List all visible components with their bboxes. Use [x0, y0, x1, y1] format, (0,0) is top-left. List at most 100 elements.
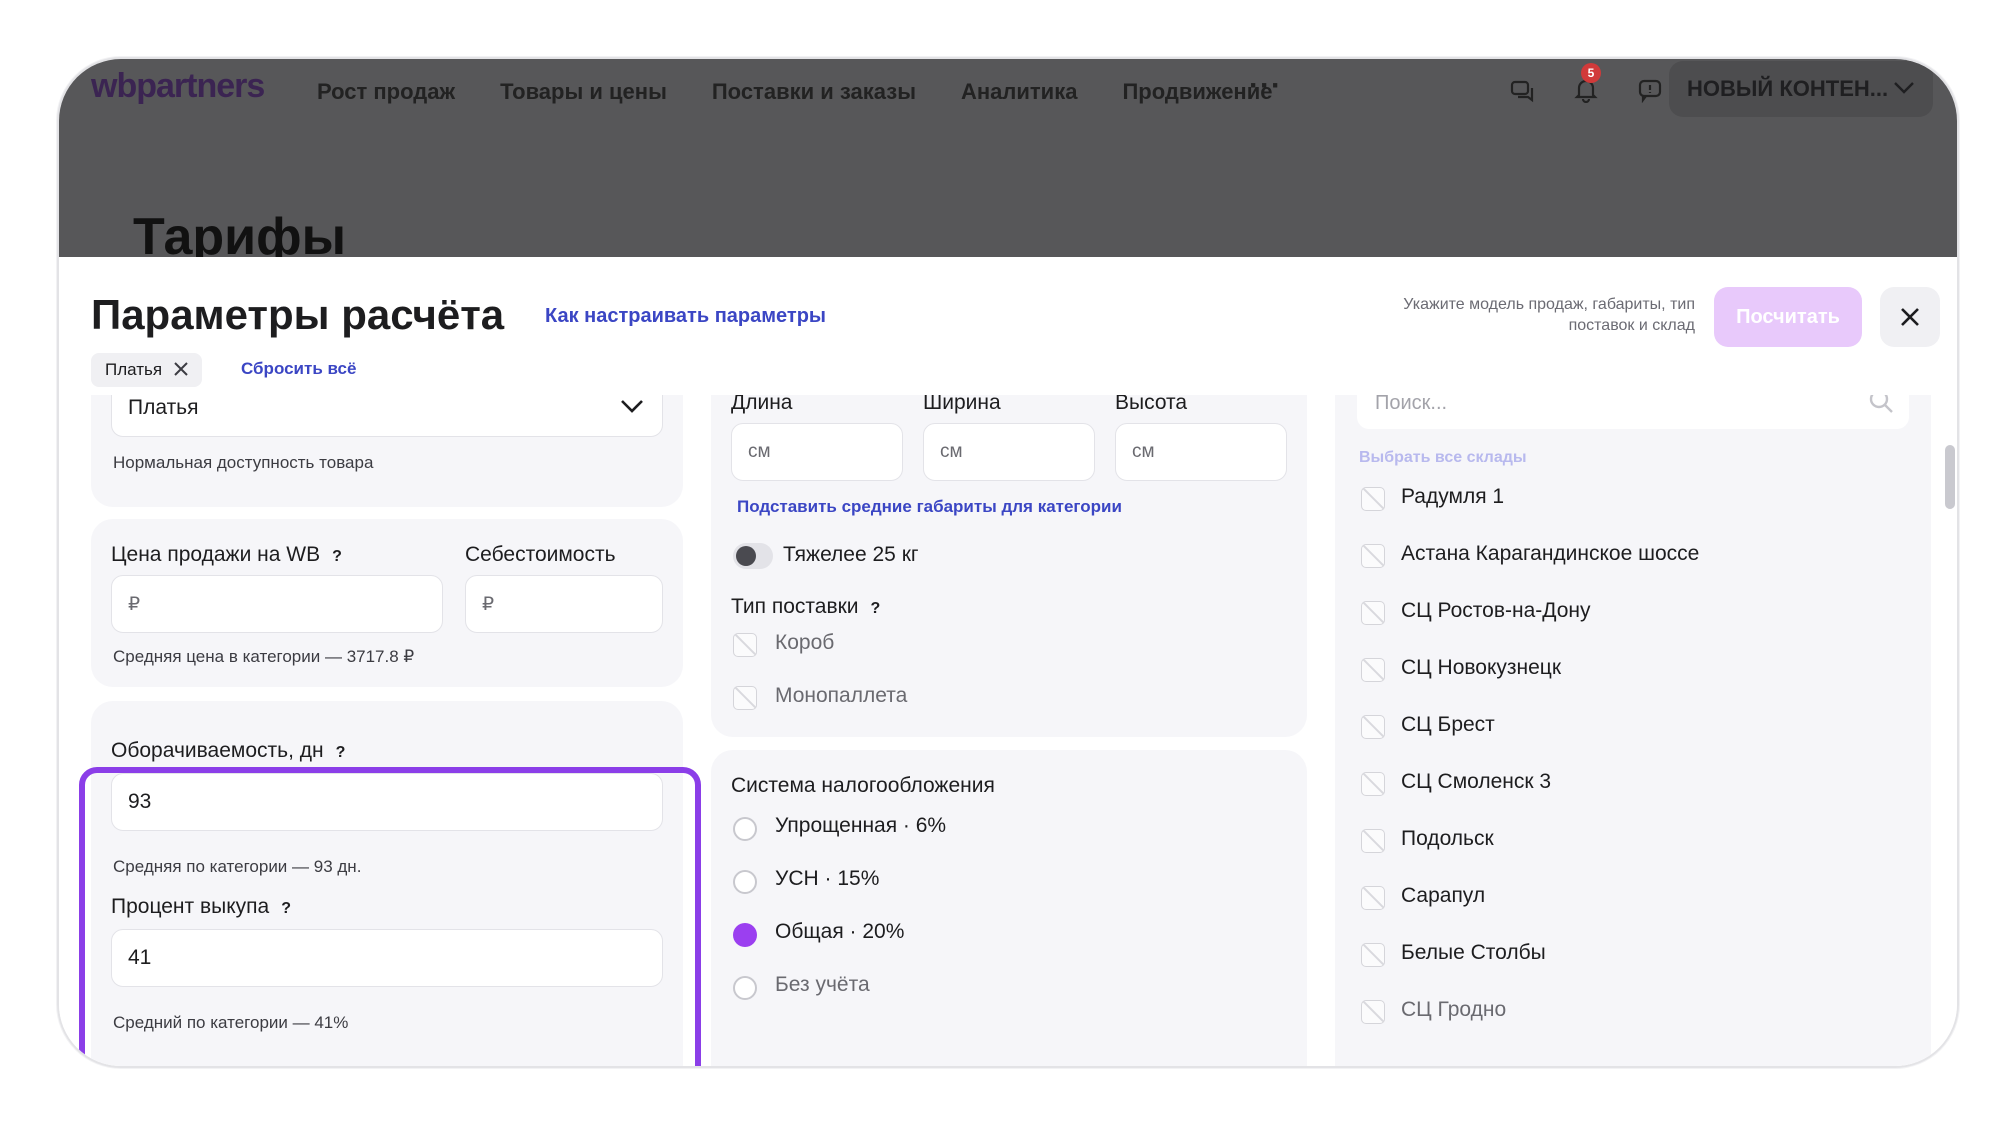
- warehouse-checkbox[interactable]: [1361, 772, 1385, 796]
- account-name: НОВЫЙ КОНТЕН...: [1687, 76, 1889, 101]
- nav-item-sales-growth[interactable]: Рост продаж: [317, 79, 455, 105]
- warehouse-checkbox[interactable]: [1361, 544, 1385, 568]
- cost-label: Себестоимость: [465, 543, 616, 566]
- help-icon[interactable]: ?: [332, 548, 342, 566]
- app-window: wbpartners Рост продаж Товары и цены Пос…: [57, 57, 1959, 1068]
- reset-all-link[interactable]: Сбросить всё: [241, 359, 356, 379]
- turnover-label: Оборачиваемость, дн?: [111, 739, 345, 763]
- page-backdrop: wbpartners Рост продаж Товары и цены Пос…: [59, 59, 1957, 266]
- warehouse-checkbox[interactable]: [1361, 943, 1385, 967]
- avg-dimensions-link[interactable]: Подставить средние габариты для категори…: [737, 497, 1122, 517]
- length-input[interactable]: см: [731, 423, 903, 481]
- width-input[interactable]: см: [923, 423, 1095, 481]
- chat-icon[interactable]: [1507, 75, 1537, 105]
- availability-note: Нормальная доступность товара: [113, 453, 374, 472]
- warehouse-checkbox[interactable]: [1361, 829, 1385, 853]
- modal-scrollbar[interactable]: [1945, 445, 1955, 509]
- nav-item-supplies-orders[interactable]: Поставки и заказы: [712, 79, 916, 105]
- cost-placeholder: ₽: [482, 593, 495, 615]
- warehouse-checkbox[interactable]: [1361, 886, 1385, 910]
- feedback-icon[interactable]: [1635, 75, 1665, 105]
- tax-label: Система налогообложения: [731, 774, 995, 797]
- dimensions-card: Длина Ширина Высота см см см Подставить …: [711, 395, 1307, 737]
- warehouse-checkbox[interactable]: [1361, 1000, 1385, 1024]
- params-scroll-area[interactable]: Платья Нормальная доступность товара Цен…: [59, 395, 1957, 1066]
- supply-box-checkbox[interactable]: [733, 633, 757, 657]
- filter-chip-label: Платья: [105, 360, 163, 379]
- more-menu-icon[interactable]: ···: [1249, 69, 1282, 103]
- warehouse-checkbox[interactable]: [1361, 487, 1385, 511]
- tax-option-none-radio[interactable]: [733, 976, 757, 1000]
- tax-option-none-label: Без учёта: [775, 973, 870, 996]
- main-menu: Рост продаж Товары и цены Поставки и зак…: [317, 79, 1272, 105]
- search-placeholder: Поиск...: [1375, 395, 1448, 414]
- filter-chip-dresses[interactable]: Платья: [91, 353, 203, 387]
- tax-card: Система налогообложения Упрощенная · 6% …: [711, 750, 1307, 1066]
- warehouse-checkbox[interactable]: [1361, 658, 1385, 682]
- height-unit-placeholder: см: [1132, 441, 1155, 462]
- warehouse-label: СЦ Новокузнецк: [1401, 656, 1562, 679]
- supply-monopallet-checkbox[interactable]: [733, 686, 757, 710]
- supply-monopallet-label: Монопаллета: [775, 684, 908, 707]
- tax-option-usn-label: УСН · 15%: [775, 867, 880, 890]
- help-icon[interactable]: ?: [871, 600, 881, 618]
- supply-type-label-text: Тип поставки: [731, 595, 859, 618]
- warehouses-card: Поиск... Выбрать все склады Радумля 1 Ас…: [1335, 395, 1931, 1066]
- warehouse-label: Радумля 1: [1401, 485, 1505, 508]
- cost-input[interactable]: ₽: [465, 575, 663, 633]
- category-select[interactable]: Платья: [111, 395, 663, 437]
- warehouse-label: СЦ Смоленск 3: [1401, 770, 1552, 793]
- turnover-label-text: Оборачиваемость, дн: [111, 739, 324, 762]
- calculate-button[interactable]: Посчитать: [1714, 287, 1862, 347]
- search-icon[interactable]: [1867, 395, 1895, 415]
- modal-title: Параметры расчёта: [91, 291, 505, 338]
- tax-option-usn-radio[interactable]: [733, 870, 757, 894]
- warehouse-label: Белые Столбы: [1401, 941, 1546, 964]
- warehouse-label: СЦ Брест: [1401, 713, 1495, 736]
- avg-price-note: Средняя цена в категории — 3717.8 ₽: [113, 647, 415, 666]
- wbpartners-logo[interactable]: wbpartners: [91, 67, 265, 106]
- width-unit-placeholder: см: [940, 441, 963, 462]
- warehouse-checkbox[interactable]: [1361, 715, 1385, 739]
- height-input[interactable]: см: [1115, 423, 1287, 481]
- how-to-configure-link[interactable]: Как настраивать параметры: [545, 305, 826, 328]
- tax-option-simplified-radio[interactable]: [733, 817, 757, 841]
- help-icon[interactable]: ?: [336, 744, 346, 762]
- warehouse-label: СЦ Гродно: [1401, 998, 1507, 1021]
- warehouse-label: СЦ Ростов-на-Дону: [1401, 599, 1591, 622]
- price-input[interactable]: ₽: [111, 575, 443, 633]
- tax-option-general-radio[interactable]: [733, 923, 757, 947]
- nav-item-analytics[interactable]: Аналитика: [961, 79, 1077, 105]
- warehouse-checkbox[interactable]: [1361, 601, 1385, 625]
- length-label: Длина: [731, 395, 793, 414]
- category-card: Платья Нормальная доступность товара: [91, 395, 683, 507]
- length-unit-placeholder: см: [748, 441, 771, 462]
- close-icon[interactable]: [1880, 287, 1940, 347]
- notification-count-badge: 5: [1581, 63, 1601, 83]
- chevron-down-icon: [620, 395, 644, 421]
- calculation-hint: Укажите модель продаж, габариты, тип пос…: [1403, 296, 1695, 334]
- account-switcher[interactable]: НОВЫЙ КОНТЕН...: [1669, 61, 1933, 117]
- width-label: Ширина: [923, 395, 1001, 414]
- price-placeholder: ₽: [128, 593, 141, 615]
- chevron-down-icon: [1893, 75, 1915, 101]
- tax-option-general-label: Общая · 20%: [775, 920, 905, 943]
- price-label-text: Цена продажи на WB: [111, 543, 321, 566]
- top-navigation: wbpartners Рост продаж Товары и цены Пос…: [59, 59, 1957, 121]
- category-value: Платья: [128, 396, 199, 419]
- warehouse-search-input[interactable]: Поиск...: [1357, 395, 1909, 429]
- heavy-toggle-label: Тяжелее 25 кг: [783, 543, 919, 566]
- height-label: Высота: [1115, 395, 1188, 414]
- price-label: Цена продажи на WB?: [111, 543, 342, 567]
- nav-item-products-prices[interactable]: Товары и цены: [500, 79, 667, 105]
- highlight-frame: [79, 767, 701, 1066]
- toggle-knob: [736, 546, 756, 566]
- supply-box-label: Короб: [775, 631, 835, 654]
- price-card: Цена продажи на WB? ₽ Себестоимость ₽ Ср…: [91, 519, 683, 687]
- remove-filter-icon[interactable]: [174, 359, 188, 382]
- warehouse-label: Сарапул: [1401, 884, 1486, 907]
- select-all-warehouses-link[interactable]: Выбрать все склады: [1359, 449, 1527, 467]
- supply-type-label: Тип поставки?: [731, 595, 880, 619]
- heavy-toggle[interactable]: [733, 543, 773, 569]
- warehouse-label: Астана Карагандинское шоссе: [1401, 542, 1700, 565]
